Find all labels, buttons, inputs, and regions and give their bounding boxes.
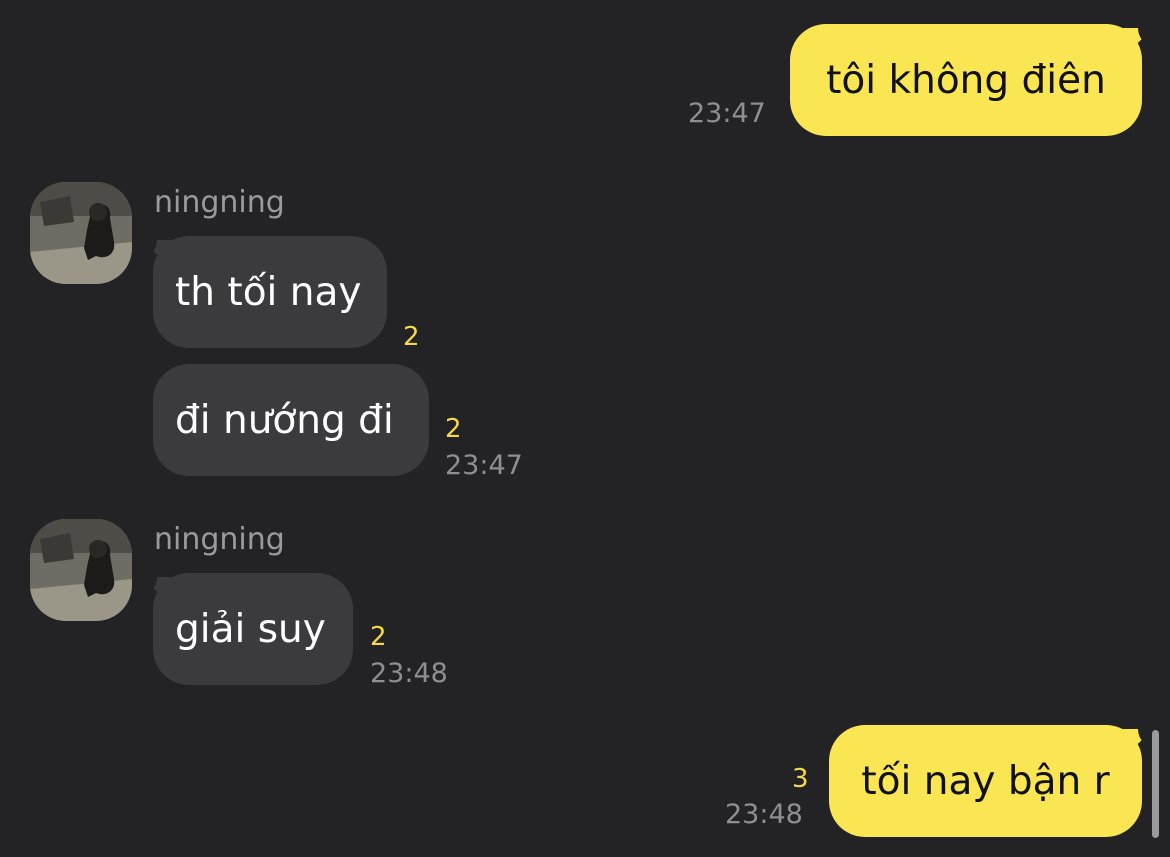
message-timestamp: 23:47	[445, 450, 523, 481]
unread-count: 3	[792, 764, 809, 794]
message-timestamp: 23:48	[370, 658, 448, 689]
sender-avatar[interactable]	[30, 519, 132, 621]
incoming-message-bubble[interactable]: giải suy	[137, 573, 353, 685]
sender-name: ningning	[154, 522, 285, 557]
bubble-tail	[137, 240, 181, 270]
outgoing-message-bubble[interactable]: tôi không điên	[790, 24, 1158, 136]
unread-count: 2	[445, 414, 462, 444]
message-text: th tối nay	[175, 269, 362, 315]
unread-count: 2	[370, 622, 387, 652]
bubble-tail	[1114, 28, 1158, 58]
unread-count: 2	[403, 322, 420, 352]
avatar-photo-icon	[30, 519, 132, 621]
outgoing-message-bubble[interactable]: tối nay bận r	[829, 725, 1158, 837]
incoming-message-bubble[interactable]: đi nướng đi	[153, 364, 429, 476]
message-timestamp: 23:48	[725, 799, 803, 830]
message-text: giải suy	[175, 606, 326, 652]
message-timestamp: 23:47	[688, 98, 766, 129]
incoming-message-bubble[interactable]: th tối nay	[137, 236, 387, 348]
message-text: đi nướng đi	[175, 397, 394, 443]
sender-name: ningning	[154, 185, 285, 220]
sender-avatar[interactable]	[30, 182, 132, 284]
avatar-photo-icon	[30, 182, 132, 284]
message-text: tôi không điên	[826, 57, 1106, 103]
scrollbar[interactable]	[1152, 730, 1159, 838]
bubble-tail	[137, 577, 181, 607]
message-text: tối nay bận r	[861, 758, 1110, 804]
